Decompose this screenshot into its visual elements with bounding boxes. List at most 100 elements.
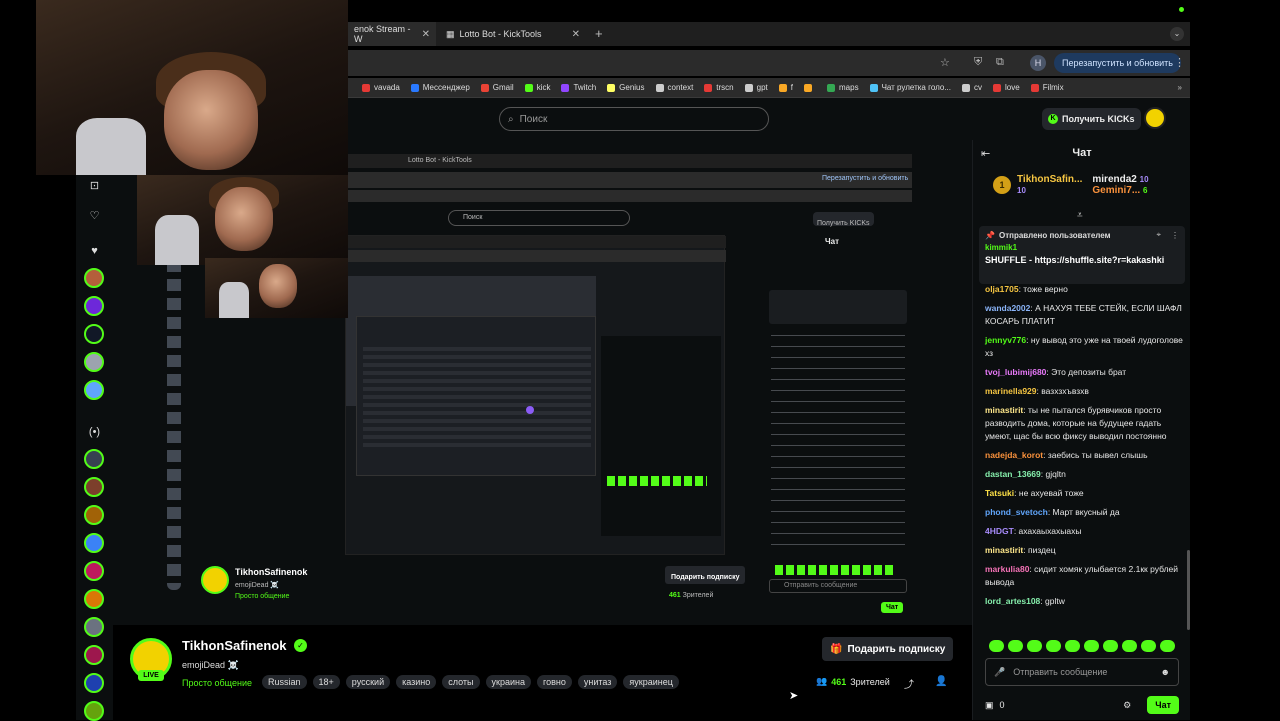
kicks-wallet-icon[interactable]: ▣: [985, 700, 994, 711]
more-options-icon[interactable]: ⋮: [1171, 231, 1179, 240]
bookmark-item[interactable]: Чат рулетка голо...: [869, 83, 951, 92]
more-bookmarks-icon[interactable]: »: [1178, 83, 1182, 92]
relaunch-button[interactable]: Перезапустить и обновить: [1054, 53, 1181, 73]
emote-icon[interactable]: [1084, 640, 1099, 652]
chat-username[interactable]: wanda2002: [985, 303, 1030, 313]
bookmark-item[interactable]: cv: [962, 83, 982, 92]
bookmark-item[interactable]: f: [778, 83, 793, 92]
bookmark-item[interactable]: Gmail: [480, 83, 514, 92]
followed-channel-avatar[interactable]: [84, 352, 104, 372]
search-input[interactable]: ⌕ Поиск: [499, 107, 769, 131]
chat-username[interactable]: nadejda_korot: [985, 450, 1043, 460]
pinned-user[interactable]: kimmik1: [985, 243, 1179, 252]
bookmark-item[interactable]: kick: [524, 83, 550, 92]
share-icon[interactable]: ⤴: [904, 676, 914, 691]
send-chat-button[interactable]: Чат: [1147, 696, 1179, 714]
tab-stream[interactable]: enok Stream - W ✕: [348, 22, 436, 46]
menu-icon[interactable]: ⋮: [1174, 56, 1185, 69]
chat-username[interactable]: tvoj_lubimij680: [985, 367, 1046, 377]
emoji-icon[interactable]: ☻: [1161, 667, 1170, 677]
profile-avatar[interactable]: Н: [1030, 55, 1046, 71]
star-icon[interactable]: ☆: [940, 56, 950, 69]
live-broadcast-icon[interactable]: (•): [76, 426, 113, 438]
gift-icon[interactable]: ⊡: [76, 179, 113, 192]
recommended-channel-avatar[interactable]: [84, 589, 104, 609]
chat-username[interactable]: minastirit: [985, 545, 1023, 555]
bookmark-item[interactable]: Filmix: [1030, 83, 1064, 92]
stream-tag[interactable]: казино: [396, 675, 437, 689]
chat-username[interactable]: Tatsuki: [985, 488, 1014, 498]
add-user-icon[interactable]: 👤: [935, 676, 947, 687]
streamer-name[interactable]: TikhonSafinenok: [182, 638, 287, 653]
chat-username[interactable]: 4HDGT: [985, 526, 1014, 536]
emote-icon[interactable]: [1160, 640, 1175, 652]
stream-tag[interactable]: слоты: [442, 675, 480, 689]
expand-leaderboard-icon[interactable]: ⩡: [1077, 210, 1083, 221]
unpin-icon[interactable]: ⌖: [1156, 230, 1161, 240]
pinned-text[interactable]: SHUFFLE - https://shuffle.site?r=kakashk…: [985, 254, 1179, 266]
recommended-channel-avatar[interactable]: [84, 561, 104, 581]
stream-tag[interactable]: говно: [536, 675, 572, 689]
bookmark-item[interactable]: context: [655, 83, 693, 92]
stream-tag[interactable]: яукраинец: [623, 675, 679, 689]
heart-outline-icon[interactable]: ♡: [76, 209, 113, 222]
tab-lotto-bot[interactable]: ▦ Lotto Bot - KickTools ✕: [440, 22, 586, 46]
heart-icon[interactable]: ♥: [76, 245, 113, 257]
bookmark-item[interactable]: Genius: [607, 83, 645, 92]
recommended-channel-avatar[interactable]: [84, 701, 104, 721]
emote-icon[interactable]: [1065, 640, 1080, 652]
recommended-channel-avatar[interactable]: [84, 505, 104, 525]
gift-subscription-button[interactable]: 🎁 Подарить подписку: [822, 637, 954, 661]
emote-icon[interactable]: [1103, 640, 1118, 652]
chat-username[interactable]: dastan_13669: [985, 469, 1041, 479]
gear-icon[interactable]: ⚙: [1123, 700, 1131, 711]
emote-icon[interactable]: [1008, 640, 1023, 652]
bookmark-item[interactable]: [804, 83, 816, 92]
followed-channel-avatar[interactable]: [84, 268, 104, 288]
bookmark-item[interactable]: Мессенджер: [410, 83, 470, 92]
chat-leaderboard[interactable]: 1 TikhonSafin... 10 mirenda2 10 Gemini7.…: [993, 174, 1149, 196]
bookmark-item[interactable]: gpt: [744, 83, 768, 92]
chat-message-input[interactable]: 🎤 Отправить сообщение ☻: [985, 658, 1179, 686]
followed-channel-avatar[interactable]: [84, 324, 104, 344]
stream-tag[interactable]: унитаз: [577, 675, 618, 689]
recommended-channel-avatar[interactable]: [84, 533, 104, 553]
recommended-channel-avatar[interactable]: [84, 477, 104, 497]
recommended-channel-avatar[interactable]: [84, 449, 104, 469]
chat-username[interactable]: marinella929: [985, 386, 1037, 396]
recommended-channel-avatar[interactable]: [84, 617, 104, 637]
chat-username[interactable]: markulia80: [985, 564, 1029, 574]
chat-username[interactable]: lord_artes108: [985, 596, 1040, 606]
bookmark-item[interactable]: trscn: [704, 83, 734, 92]
bookmark-item[interactable]: vavada: [362, 83, 400, 92]
plus-icon[interactable]: +: [595, 26, 603, 41]
chat-username[interactable]: olja1705: [985, 284, 1019, 294]
close-icon[interactable]: ✕: [422, 29, 430, 40]
chevron-down-icon[interactable]: ⌄: [1170, 27, 1184, 41]
extension-icon[interactable]: ⧉: [996, 56, 1004, 69]
get-kicks-button[interactable]: K Получить KICKs: [1042, 108, 1141, 130]
microphone-icon[interactable]: 🎤: [994, 667, 1005, 678]
followed-channel-avatar[interactable]: [84, 380, 104, 400]
emote-icon[interactable]: [1141, 640, 1156, 652]
emote-icon[interactable]: [1122, 640, 1137, 652]
chat-username[interactable]: phond_svetoch: [985, 507, 1048, 517]
stream-category[interactable]: Просто общение: [182, 678, 252, 688]
shield-icon[interactable]: ⛨: [974, 56, 982, 69]
chat-username[interactable]: minastirit: [985, 405, 1023, 415]
bookmark-item[interactable]: Twitch: [561, 83, 596, 92]
recommended-channel-avatar[interactable]: [84, 673, 104, 693]
user-avatar[interactable]: [1144, 107, 1166, 129]
bookmark-item[interactable]: love: [993, 83, 1020, 92]
chat-username[interactable]: jennyv776: [985, 335, 1026, 345]
chat-scrollbar[interactable]: [1187, 550, 1190, 630]
emote-icon[interactable]: [989, 640, 1004, 652]
stream-tag[interactable]: Russian: [262, 675, 307, 689]
followed-channel-avatar[interactable]: [84, 296, 104, 316]
emote-icon[interactable]: [1027, 640, 1042, 652]
recommended-channel-avatar[interactable]: [84, 645, 104, 665]
emote-icon[interactable]: [1046, 640, 1061, 652]
bookmark-item[interactable]: maps: [827, 83, 859, 92]
close-icon[interactable]: ✕: [572, 29, 580, 40]
stream-tag[interactable]: русский: [345, 675, 391, 689]
